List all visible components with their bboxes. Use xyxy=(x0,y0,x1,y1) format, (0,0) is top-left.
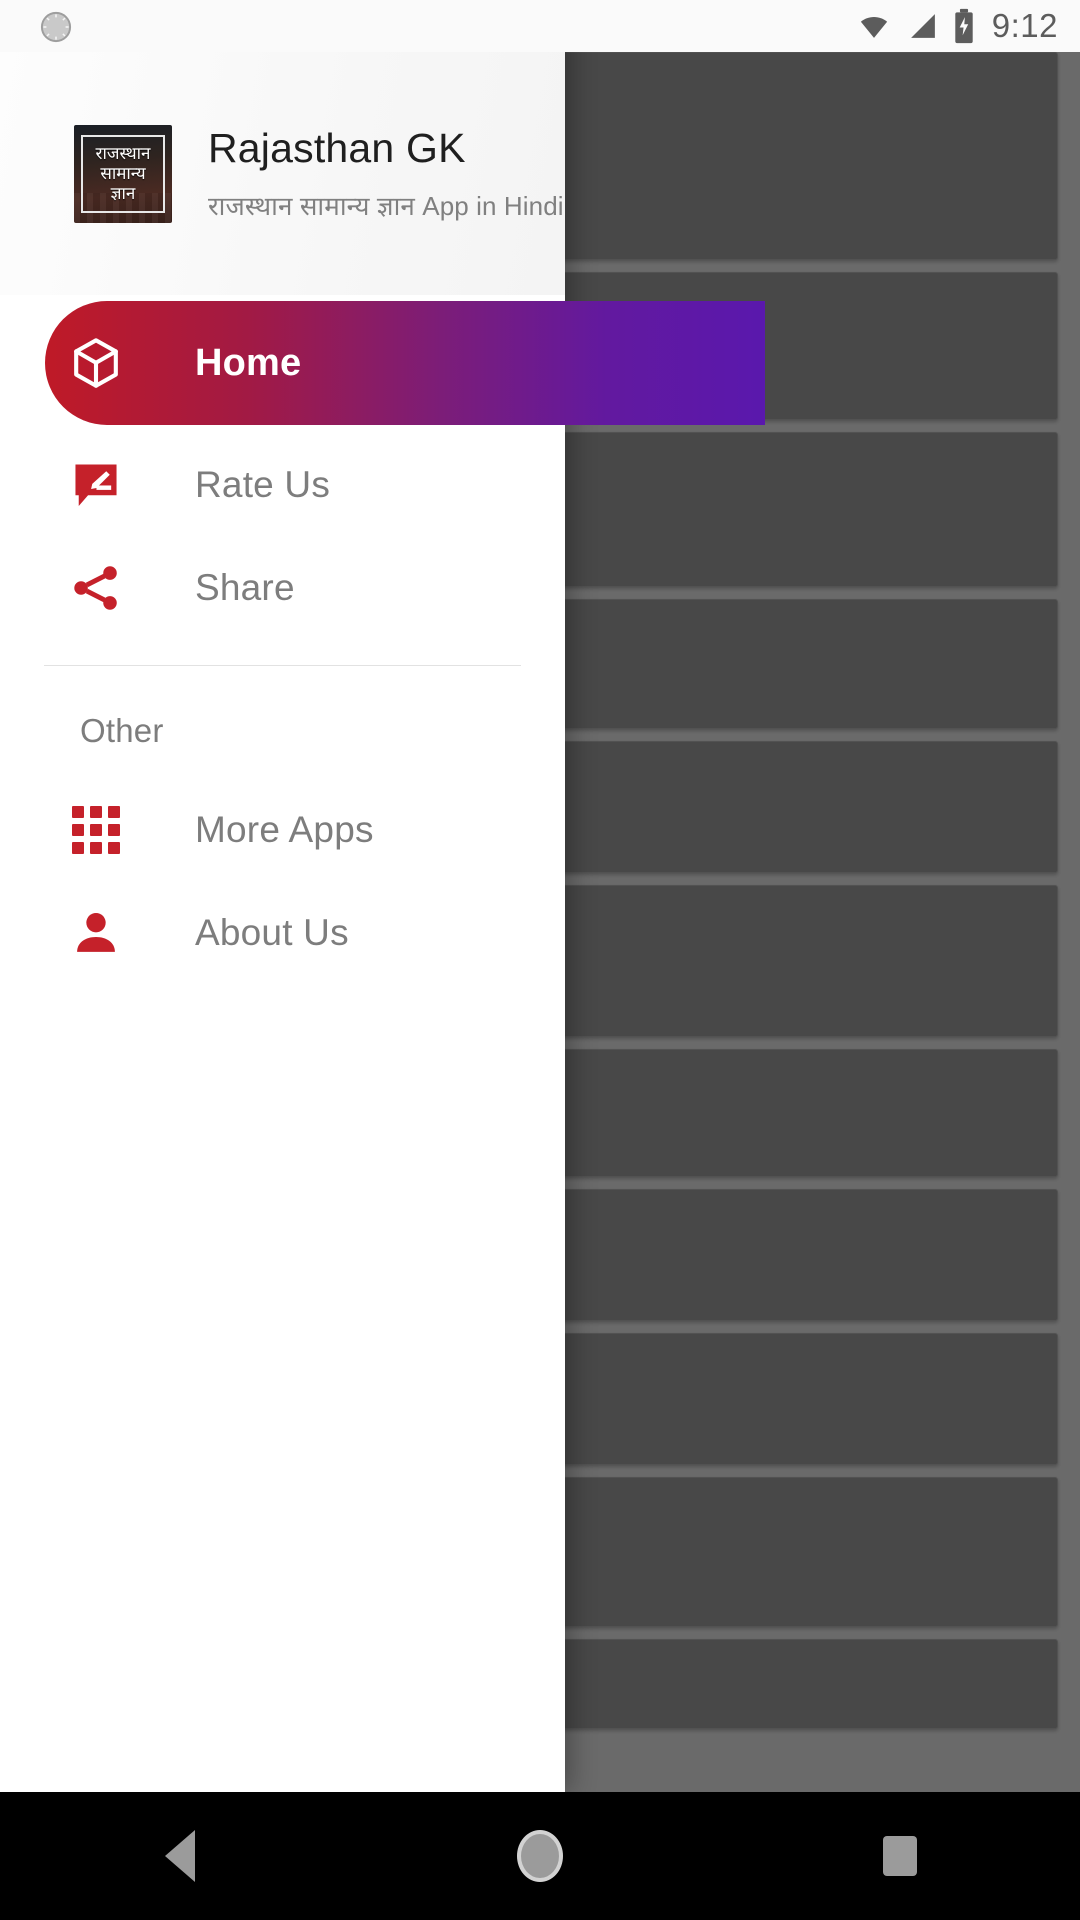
app-subtitle: राजस्थान सामान्य ज्ञान App in Hindi xyxy=(208,190,564,221)
cube-icon xyxy=(65,332,127,394)
cellular-signal-icon xyxy=(910,14,935,38)
drawer-header: राजस्थान सामान्य ज्ञान Rajasthan GK राजस… xyxy=(0,52,565,295)
sidebar-item-label-more-apps: More Apps xyxy=(195,808,374,850)
back-triangle-icon xyxy=(165,1830,195,1882)
status-bar-clock: 9:12 xyxy=(991,7,1058,44)
drawer-header-texts: Rajasthan GK राजस्थान सामान्य ज्ञान App … xyxy=(208,125,564,223)
sidebar-item-more-apps[interactable]: More Apps xyxy=(0,778,565,881)
sidebar-item-label-rate-us: Rate Us xyxy=(195,463,331,505)
sidebar-item-label-about-us: About Us xyxy=(195,911,349,953)
wifi-icon xyxy=(860,17,887,38)
navigation-drawer: राजस्थान सामान्य ज्ञान Rajasthan GK राजस… xyxy=(0,0,765,1792)
sidebar-item-label-home: Home xyxy=(195,341,302,384)
status-bar-icons: 9:12 xyxy=(855,0,1058,52)
app-icon: राजस्थान सामान्य ज्ञान xyxy=(74,124,172,223)
sidebar-item-about-us[interactable]: About Us xyxy=(0,881,565,984)
status-bar: 9:12 xyxy=(0,0,1080,52)
nav-home-button[interactable] xyxy=(480,1792,600,1920)
nav-recents-button[interactable] xyxy=(840,1792,960,1920)
app-icon-line-2: सामान्य xyxy=(100,164,146,183)
battery-charging-icon xyxy=(955,8,973,44)
alarm-clock-icon xyxy=(38,9,74,45)
drawer-section-label-other: Other xyxy=(80,712,164,749)
phone-screen: ति, एवं भौतिकारीके राज्य क्षेत्र कालस्था… xyxy=(0,0,1080,1920)
sidebar-item-label-share: Share xyxy=(195,566,295,608)
drawer-menu: Home Rate Us Share Other More Apps About… xyxy=(0,295,765,984)
sidebar-item-share[interactable]: Share xyxy=(0,536,565,639)
home-circle-icon xyxy=(517,1830,563,1882)
recents-square-icon xyxy=(883,1836,917,1876)
selected-item-highlight xyxy=(45,301,765,425)
app-icon-line-1: राजस्थान xyxy=(95,144,151,163)
app-icon-line-3: ज्ञान xyxy=(110,184,136,203)
sidebar-item-rate-us[interactable]: Rate Us xyxy=(0,433,565,536)
app-title: Rajasthan GK xyxy=(208,124,466,171)
nav-back-button[interactable] xyxy=(120,1792,240,1920)
rate-comment-edit-icon xyxy=(65,454,127,516)
android-navigation-bar xyxy=(0,1792,1080,1920)
person-icon xyxy=(65,902,127,964)
app-icon-frame: राजस्थान सामान्य ज्ञान xyxy=(81,134,165,213)
sidebar-item-home[interactable]: Home xyxy=(0,301,765,425)
share-icon xyxy=(65,557,127,619)
apps-grid-icon xyxy=(65,799,127,861)
